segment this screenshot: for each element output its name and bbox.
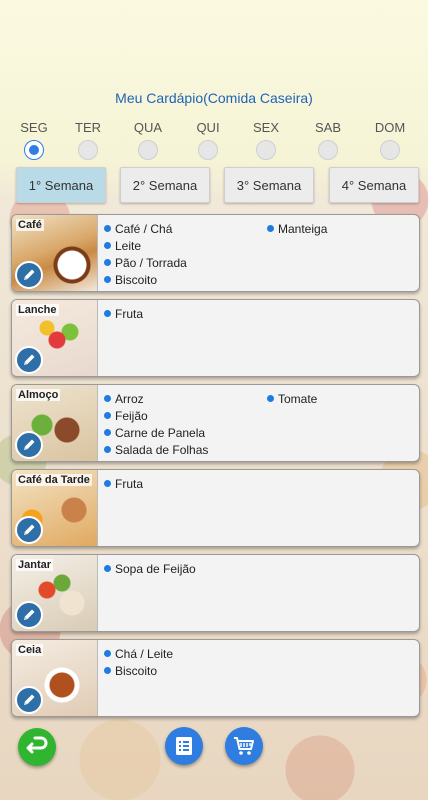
day-radio[interactable] <box>138 140 158 160</box>
meal-name: Café da Tarde <box>16 474 92 486</box>
list-item: Carne de Panela <box>104 425 208 442</box>
edit-meal-button[interactable] <box>15 601 43 629</box>
day-selector: SEG TER QUA QUI SEX SAB DOM <box>0 120 428 160</box>
meal-items: Café / Chá Leite Pão / Torrada Biscoito … <box>104 221 416 291</box>
edit-meal-button[interactable] <box>15 261 43 289</box>
meal-card-cafe[interactable]: Café Café / Chá Leite Pão / Torrada Bisc… <box>11 214 420 292</box>
meal-name: Jantar <box>16 559 54 571</box>
day-label: TER <box>75 120 101 135</box>
meal-name: Lanche <box>16 304 59 316</box>
list-item: Café / Chá <box>104 221 187 238</box>
meal-items: Fruta <box>104 476 416 546</box>
day-label: QUA <box>133 120 163 135</box>
day-radio[interactable] <box>198 140 218 160</box>
pencil-icon <box>24 609 35 620</box>
tab-week-2[interactable]: 2° Semana <box>120 167 210 203</box>
pencil-icon <box>24 354 35 365</box>
list-item: Fruta <box>104 306 143 323</box>
day-label: SEX <box>252 120 279 135</box>
day-radio[interactable] <box>78 140 98 160</box>
edit-meal-button[interactable] <box>15 686 43 714</box>
pencil-icon <box>24 439 35 450</box>
list-item: Manteiga <box>267 221 327 238</box>
day-dom[interactable]: DOM <box>370 120 410 160</box>
list-item: Sopa de Feijão <box>104 561 196 578</box>
meal-name: Almoço <box>16 389 61 401</box>
week-tabs: 1° Semana 2° Semana 3° Semana 4° Semana <box>0 167 428 203</box>
day-label: SEG <box>20 120 48 135</box>
list-icon <box>176 737 192 755</box>
day-label: QUI <box>196 120 220 135</box>
meal-items: Sopa de Feijão <box>104 561 416 631</box>
day-label: DOM <box>374 120 406 135</box>
day-label: SAB <box>314 120 341 135</box>
back-button[interactable] <box>18 728 56 766</box>
meal-items: Fruta <box>104 306 416 376</box>
meal-card-ceia[interactable]: Ceia Chá / Leite Biscoito <box>11 639 420 717</box>
list-item: Chá / Leite <box>104 646 173 663</box>
bottom-bar <box>0 722 428 800</box>
cart-button[interactable] <box>225 727 263 765</box>
day-radio[interactable] <box>318 140 338 160</box>
meal-items: Chá / Leite Biscoito <box>104 646 416 716</box>
meal-name: Ceia <box>16 644 44 656</box>
day-seg[interactable]: SEG <box>14 120 54 160</box>
list-item: Salada de Folhas <box>104 442 208 459</box>
day-sab[interactable]: SAB <box>308 120 348 160</box>
list-item: Biscoito <box>104 272 187 289</box>
day-sex[interactable]: SEX <box>246 120 286 160</box>
day-qua[interactable]: QUA <box>128 120 168 160</box>
list-item: Feijão <box>104 408 208 425</box>
meal-card-almoco[interactable]: Almoço Arroz Feijão Carne de Panela Sala… <box>11 384 420 462</box>
day-radio-selected[interactable] <box>24 140 44 160</box>
meal-items: Arroz Feijão Carne de Panela Salada de F… <box>104 391 416 461</box>
page-title: Meu Cardápio(Comida Caseira) <box>115 90 313 106</box>
tab-week-1[interactable]: 1° Semana <box>16 167 106 203</box>
edit-meal-button[interactable] <box>15 431 43 459</box>
tab-week-3[interactable]: 3° Semana <box>224 167 314 203</box>
list-item: Fruta <box>104 476 143 493</box>
meal-card-jantar[interactable]: Jantar Sopa de Feijão <box>11 554 420 632</box>
shopping-cart-icon <box>234 737 254 755</box>
list-button[interactable] <box>165 727 203 765</box>
list-item: Tomate <box>267 391 317 408</box>
edit-meal-button[interactable] <box>15 346 43 374</box>
pencil-icon <box>24 269 35 280</box>
pencil-icon <box>24 694 35 705</box>
meal-card-cafe-da-tarde[interactable]: Café da Tarde Fruta <box>11 469 420 547</box>
meal-name: Café <box>16 219 44 231</box>
back-arrow-icon <box>26 736 48 754</box>
day-ter[interactable]: TER <box>68 120 108 160</box>
list-item: Biscoito <box>104 663 173 680</box>
day-qui[interactable]: QUI <box>188 120 228 160</box>
day-radio[interactable] <box>380 140 400 160</box>
list-item: Leite <box>104 238 187 255</box>
list-item: Pão / Torrada <box>104 255 187 272</box>
edit-meal-button[interactable] <box>15 516 43 544</box>
day-radio[interactable] <box>256 140 276 160</box>
pencil-icon <box>24 524 35 535</box>
meal-card-lanche[interactable]: Lanche Fruta <box>11 299 420 377</box>
tab-week-4[interactable]: 4° Semana <box>329 167 419 203</box>
list-item: Arroz <box>104 391 208 408</box>
